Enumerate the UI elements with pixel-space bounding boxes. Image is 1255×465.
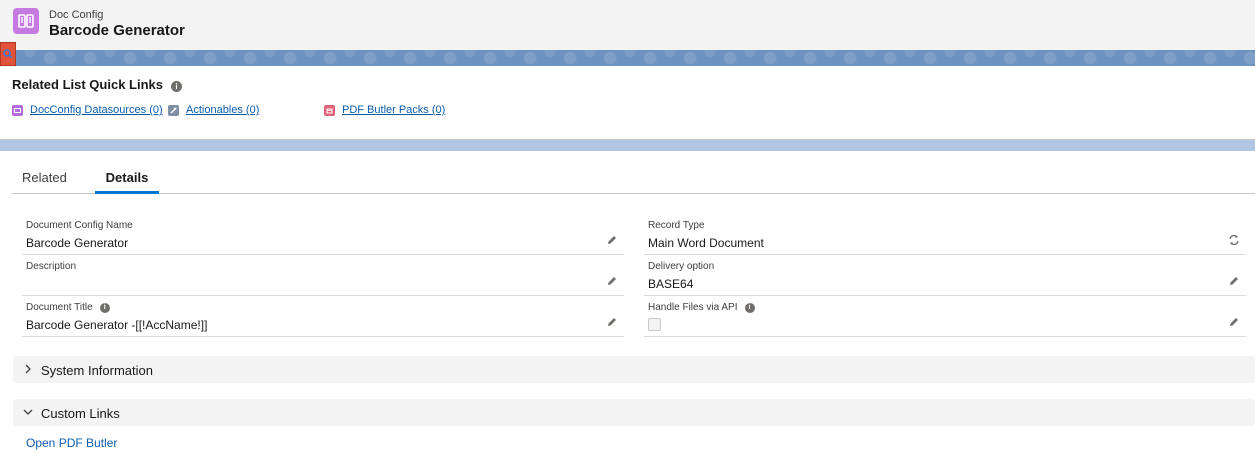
quick-link-pdf-butler-packs[interactable]: PDF Butler Packs (0) bbox=[324, 104, 445, 116]
field-value: BASE64 bbox=[648, 277, 694, 291]
wrench-icon bbox=[168, 104, 179, 116]
pencil-icon[interactable] bbox=[606, 316, 618, 328]
chevron-down-icon bbox=[23, 409, 33, 415]
section-custom-links[interactable]: Custom Links bbox=[13, 399, 1255, 426]
field-record-type: Record Type Main Word Document bbox=[644, 214, 1246, 255]
quick-link-actionables[interactable]: Actionables (0) bbox=[168, 104, 259, 116]
field-label: Document Config Name bbox=[26, 220, 133, 231]
doc-config-icon bbox=[13, 8, 39, 34]
handle-files-checkbox bbox=[648, 318, 661, 331]
search-icon[interactable] bbox=[0, 42, 16, 66]
record-header: Doc Config Barcode Generator bbox=[0, 0, 1255, 50]
field-document-config-name: Document Config Name Barcode Generator bbox=[22, 214, 624, 255]
tab-details[interactable]: Details bbox=[95, 170, 159, 194]
field-label: Handle Files via API i bbox=[648, 302, 755, 313]
info-icon[interactable]: i bbox=[171, 81, 182, 92]
pencil-icon[interactable] bbox=[606, 275, 618, 287]
chevron-right-icon bbox=[25, 364, 31, 374]
related-list-quick-links: Related List Quick Links i DocConfig Dat… bbox=[0, 66, 1255, 140]
field-handle-files-via-api: Handle Files via API i bbox=[644, 296, 1246, 337]
record-tabs: Related Details bbox=[12, 166, 1255, 194]
open-pdf-butler-link[interactable]: Open PDF Butler bbox=[26, 436, 117, 450]
change-record-type-icon[interactable] bbox=[1228, 234, 1240, 246]
field-value: Barcode Generator bbox=[26, 236, 129, 250]
page-title: Barcode Generator bbox=[49, 22, 185, 39]
record-page: Doc Config Barcode Generator Related Lis… bbox=[0, 0, 1255, 465]
header-banner bbox=[0, 50, 1255, 66]
pencil-icon[interactable] bbox=[606, 234, 618, 246]
field-description: Description bbox=[22, 255, 624, 296]
section-divider bbox=[0, 140, 1255, 151]
section-title: Custom Links bbox=[41, 406, 120, 421]
section-system-information[interactable]: System Information bbox=[13, 356, 1255, 383]
object-type-label: Doc Config bbox=[49, 9, 104, 21]
field-label-text: Handle Files via API bbox=[648, 302, 738, 313]
field-label: Delivery option bbox=[648, 261, 715, 272]
pencil-icon[interactable] bbox=[1228, 316, 1240, 328]
field-label: Document Title i bbox=[26, 302, 110, 313]
quick-links-heading: Related List Quick Links bbox=[12, 77, 163, 92]
pencil-icon[interactable] bbox=[1228, 275, 1240, 287]
field-label-text: Document Title bbox=[26, 302, 93, 313]
field-delivery-option: Delivery option BASE64 bbox=[644, 255, 1246, 296]
field-value: Main Word Document bbox=[648, 236, 764, 250]
field-document-title: Document Title i Barcode Generator -[[!A… bbox=[22, 296, 624, 337]
info-icon[interactable]: i bbox=[99, 302, 110, 313]
quick-link-actionables-label[interactable]: Actionables (0) bbox=[186, 104, 259, 116]
quick-link-pdf-butler-packs-label[interactable]: PDF Butler Packs (0) bbox=[342, 104, 445, 116]
tab-related[interactable]: Related bbox=[22, 170, 67, 194]
field-label: Record Type bbox=[648, 220, 705, 231]
pack-icon bbox=[324, 104, 335, 116]
field-value: Barcode Generator -[[!AccName!]] bbox=[26, 318, 208, 332]
section-title: System Information bbox=[41, 363, 153, 378]
datasource-icon bbox=[12, 104, 23, 116]
field-label: Description bbox=[26, 261, 77, 272]
info-icon[interactable]: i bbox=[744, 302, 755, 313]
quick-link-datasources[interactable]: DocConfig Datasources (0) bbox=[12, 104, 163, 116]
quick-link-datasources-label[interactable]: DocConfig Datasources (0) bbox=[30, 104, 163, 116]
